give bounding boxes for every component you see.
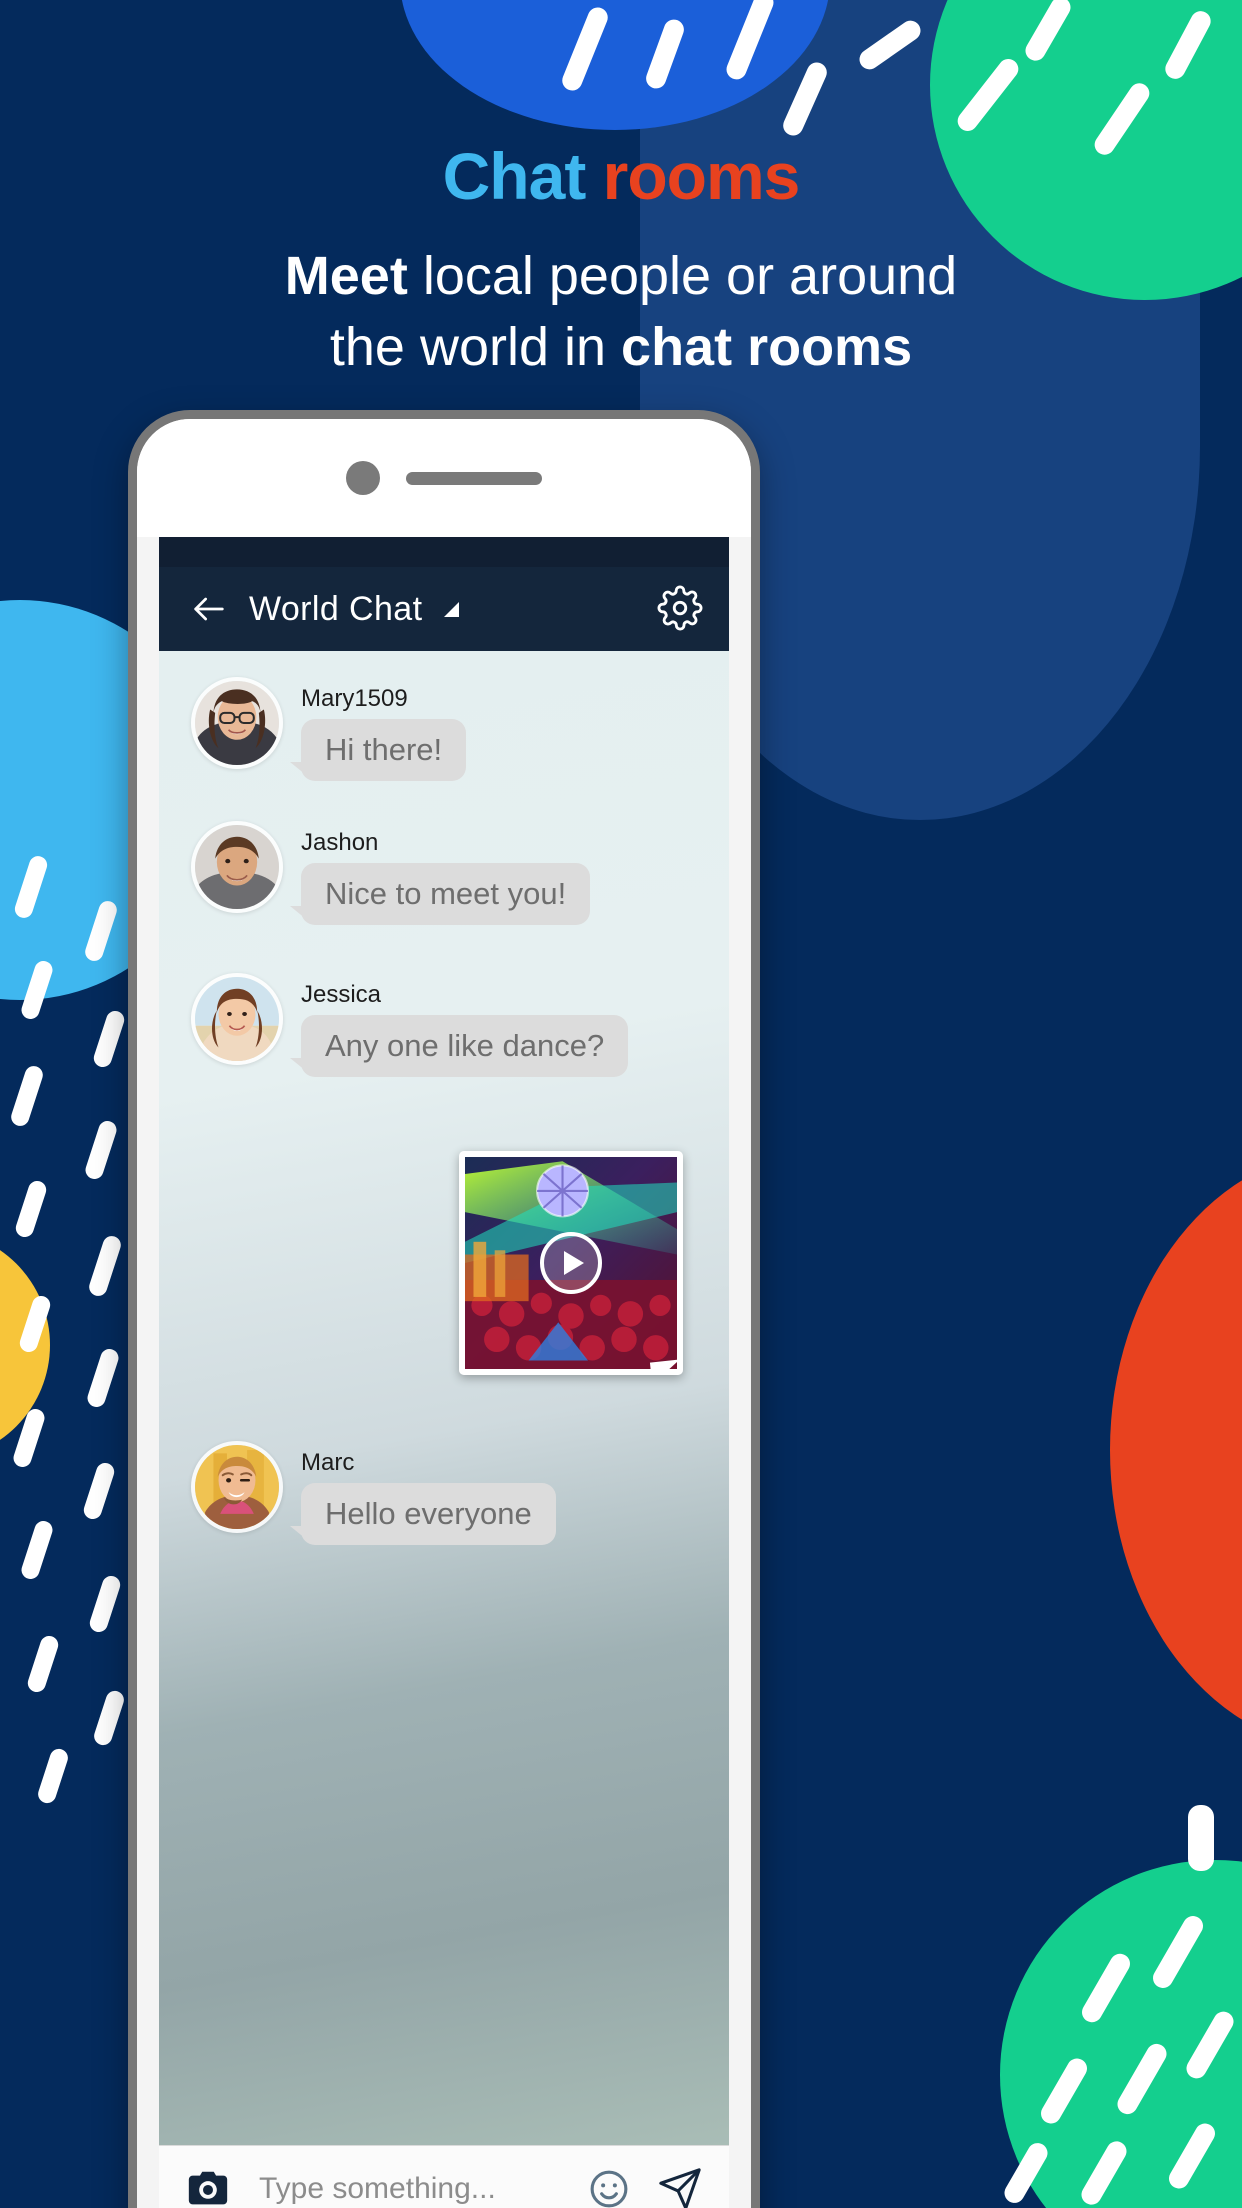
smiley-icon[interactable] <box>587 2167 631 2208</box>
bg-dash <box>1188 1805 1214 1871</box>
hero-text-block: Chat rooms Meet local people or around t… <box>0 140 1242 383</box>
video-message-row <box>159 1151 729 1375</box>
bg-dash <box>83 1118 119 1182</box>
status-bar <box>159 537 729 567</box>
bg-dash <box>91 1688 127 1748</box>
subtitle-rest-2: the world in <box>329 316 622 377</box>
message-row: Mary1509 Hi there! <box>159 677 729 781</box>
message-bubble[interactable]: Nice to meet you! <box>289 863 591 925</box>
title-part-rooms: rooms <box>602 139 801 213</box>
phone-top-bezel <box>137 419 751 537</box>
bg-dash <box>8 1063 46 1129</box>
woman-glasses-avatar[interactable] <box>191 677 283 769</box>
camera-icon[interactable] <box>185 2166 231 2208</box>
subtitle-rest-1: local people or around <box>407 245 958 306</box>
video-bubble-tail <box>649 1359 677 1369</box>
send-paper-plane-icon[interactable] <box>657 2166 703 2208</box>
subtitle-line-1: Meet local people or around <box>0 241 1242 312</box>
play-triangle <box>563 1251 584 1275</box>
bg-dash <box>19 1518 55 1582</box>
woman-beach-avatar[interactable] <box>191 973 283 1065</box>
message-sender-name: Jessica <box>301 981 382 1008</box>
message-sender-name: Marc <box>301 1449 355 1476</box>
triangle-dropdown-icon[interactable] <box>444 601 460 617</box>
bg-dash <box>25 1633 61 1695</box>
subtitle-bold-meet: Meet <box>284 245 408 306</box>
message-body: Jessica Any one like dance? <box>289 973 629 1077</box>
message-bubble[interactable]: Hi there! <box>289 719 467 781</box>
message-body: Jashon Nice to meet you! <box>289 821 591 925</box>
title-part-chat: Chat <box>442 139 603 213</box>
page-subtitle: Meet local people or around the world in… <box>0 241 1242 384</box>
app-bar: World Chat <box>159 567 729 651</box>
phone-mockup: World Chat Mary1509 Hi there! Jashon Nic… <box>128 410 760 2208</box>
bg-dash <box>86 1233 124 1299</box>
message-sender-name: Jashon <box>301 829 379 856</box>
man-wink-avatar[interactable] <box>191 1441 283 1533</box>
bg-dash <box>13 1178 49 1240</box>
video-thumbnail[interactable] <box>459 1151 683 1375</box>
subtitle-bold-chatrooms: chat rooms <box>621 316 913 377</box>
message-bubble[interactable]: Any one like dance? <box>289 1015 629 1077</box>
earpiece-speaker <box>406 471 542 485</box>
message-bubble[interactable]: Hello everyone <box>290 1483 556 1545</box>
gear-icon[interactable] <box>657 585 705 633</box>
message-input-field[interactable]: Type something... <box>259 2172 587 2206</box>
arrow-left-icon[interactable] <box>183 583 235 635</box>
message-row: Marc Hello everyone <box>159 1441 729 1545</box>
message-list[interactable]: Mary1509 Hi there! Jashon Nice to meet y… <box>159 651 729 2145</box>
bg-dash <box>85 1346 121 1410</box>
bg-dash <box>91 1008 127 1070</box>
message-input-bar: Type something... <box>159 2145 729 2208</box>
message-body: Mary1509 Hi there! <box>289 677 467 781</box>
play-button-icon[interactable] <box>540 1232 602 1294</box>
message-body: Marc Hello everyone <box>290 1441 556 1545</box>
chat-room-title: World Chat <box>249 589 423 628</box>
bg-dash <box>87 1573 123 1635</box>
phone-screen: World Chat Mary1509 Hi there! Jashon Nic… <box>159 537 729 2208</box>
message-row: Jessica Any one like dance? <box>159 973 729 1077</box>
subtitle-line-2: the world in chat rooms <box>0 312 1242 383</box>
bg-shape-red-circle-right <box>1110 1150 1242 1750</box>
message-sender-name: Mary1509 <box>301 685 408 712</box>
message-row: Jashon Nice to meet you! <box>159 821 729 925</box>
man-smiling-avatar[interactable] <box>191 821 283 913</box>
bg-dash <box>81 1460 117 1522</box>
bg-dash <box>35 1746 71 1806</box>
front-camera-icon <box>346 461 380 495</box>
page-title: Chat rooms <box>0 140 1242 213</box>
